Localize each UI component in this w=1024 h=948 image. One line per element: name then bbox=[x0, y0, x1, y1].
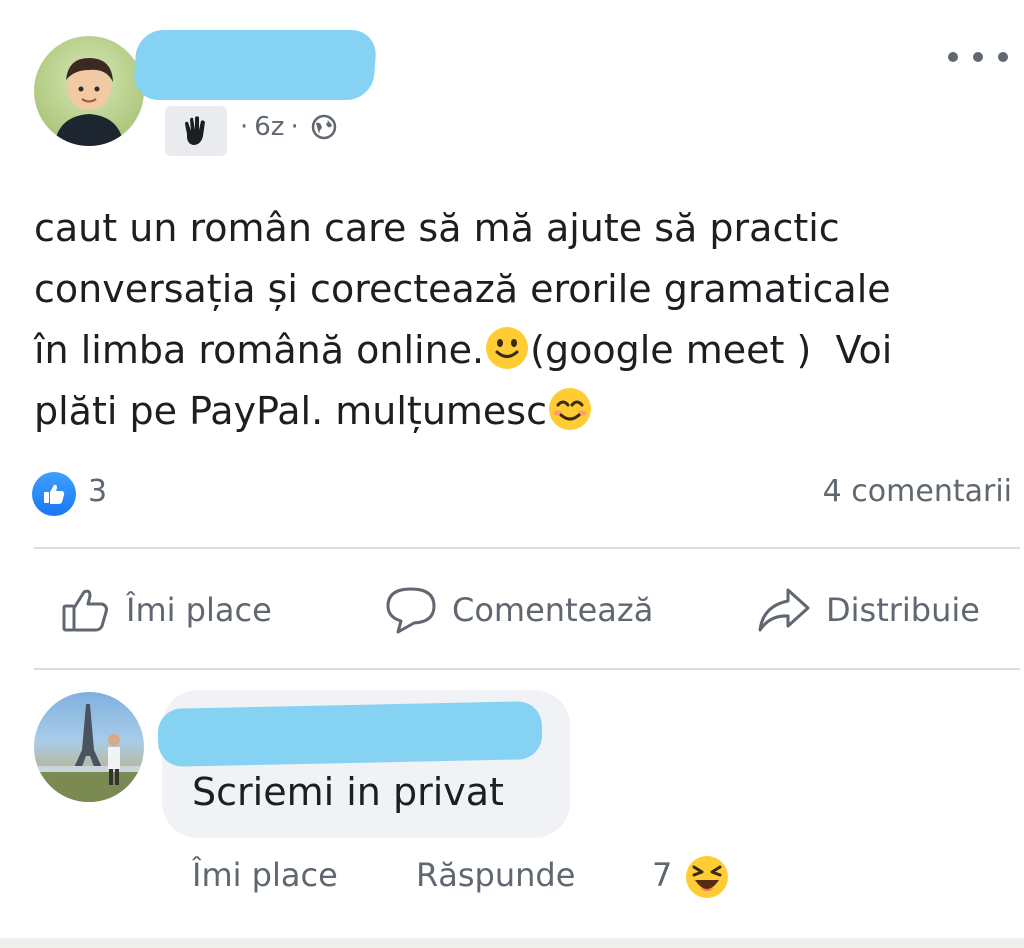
comment-button-label: Comentează bbox=[452, 591, 654, 629]
post-meta: · 6z · bbox=[240, 112, 337, 142]
more-options-icon[interactable] bbox=[948, 42, 1008, 72]
like-reaction-icon[interactable] bbox=[32, 472, 76, 516]
share-button-label: Distribuie bbox=[826, 591, 980, 629]
divider bbox=[34, 547, 1020, 549]
smiling-face-with-smiling-eyes-icon bbox=[549, 388, 591, 430]
post-text-line: conversația și corectează erorile gramat… bbox=[34, 267, 891, 311]
reaction-count[interactable]: 3 bbox=[88, 474, 107, 509]
comment-reaction-count[interactable]: 7 bbox=[652, 856, 672, 894]
commenter-name-redacted bbox=[157, 700, 543, 768]
waving-hand-icon[interactable] bbox=[165, 106, 227, 156]
bottom-edge bbox=[0, 938, 1024, 948]
meta-separator: · bbox=[240, 112, 249, 142]
comment-reply-link[interactable]: Răspunde bbox=[416, 856, 575, 894]
meta-separator: · bbox=[290, 112, 299, 142]
share-arrow-icon bbox=[758, 588, 810, 632]
share-button[interactable]: Distribuie bbox=[756, 582, 980, 638]
like-button-label: Îmi place bbox=[126, 591, 272, 629]
commenter-avatar[interactable] bbox=[34, 692, 144, 802]
comment-count[interactable]: 4 comentarii bbox=[823, 474, 1012, 509]
thumbs-up-icon bbox=[62, 589, 108, 632]
post-text-line: în limba română online. bbox=[34, 328, 485, 372]
laughing-face-icon[interactable] bbox=[684, 854, 730, 900]
comment-bubble-icon bbox=[386, 587, 436, 634]
post-time[interactable]: 6z bbox=[254, 112, 284, 142]
slightly-smiling-face-icon bbox=[486, 327, 529, 369]
comment-button[interactable]: Comentează bbox=[384, 582, 653, 638]
like-button[interactable]: Îmi place bbox=[60, 582, 272, 638]
post-text-line: plăti pe PayPal. mulțumesc bbox=[34, 389, 547, 433]
post-text-line: (google meet ) Voi bbox=[530, 328, 893, 372]
comment-like-link[interactable]: Îmi place bbox=[192, 856, 338, 894]
post-text-line: caut un român care să mă ajute să practi… bbox=[34, 206, 840, 250]
comment-text: Scriemi in privat bbox=[192, 770, 504, 814]
author-name-redacted bbox=[132, 30, 378, 100]
divider bbox=[34, 668, 1020, 670]
globe-icon bbox=[311, 114, 336, 140]
author-avatar[interactable] bbox=[34, 36, 144, 146]
post-text: caut un român care să mă ajute să practi… bbox=[34, 198, 1014, 442]
